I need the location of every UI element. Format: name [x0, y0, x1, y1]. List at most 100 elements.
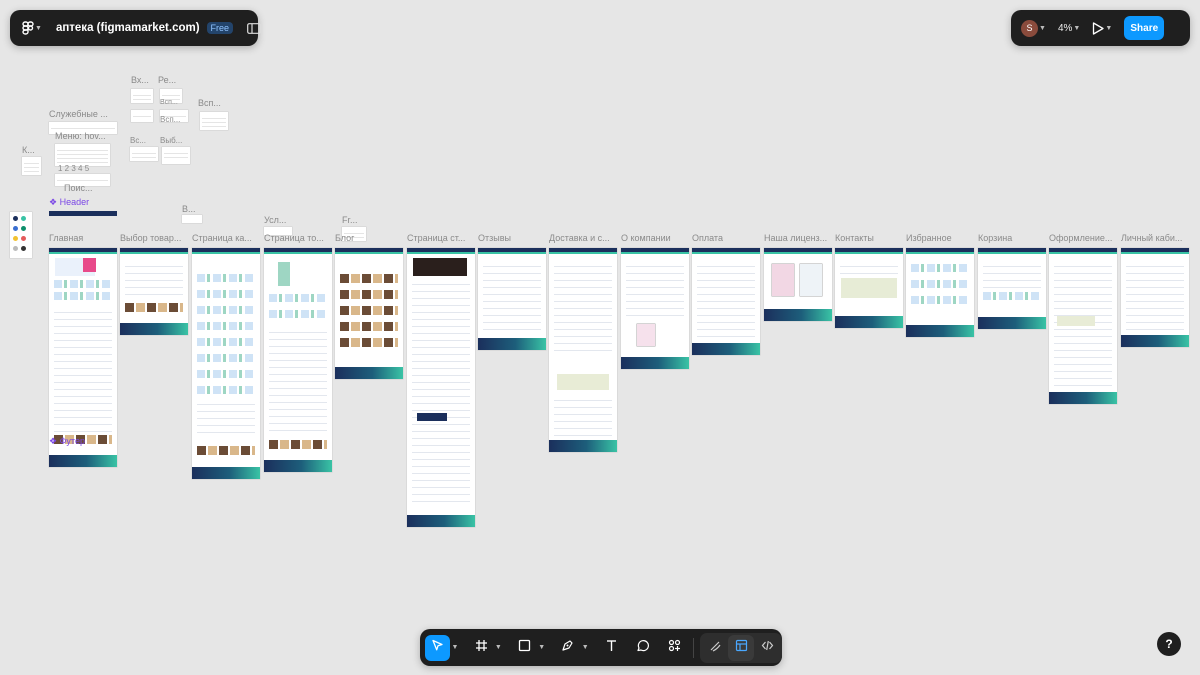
frame-label[interactable]: О компании [621, 233, 689, 243]
help-button[interactable]: ? [1157, 632, 1181, 656]
frame-thumbnail[interactable] [22, 157, 41, 175]
question-mark-icon: ? [1165, 637, 1173, 651]
code-brackets-icon [761, 639, 774, 657]
component-icon: ❖ [49, 197, 60, 207]
chevron-down-icon[interactable]: ▼ [1073, 25, 1080, 32]
chevron-down-icon[interactable]: ▼ [495, 644, 502, 651]
frame-label[interactable]: Личный каби... [1121, 233, 1189, 243]
header-component-preview[interactable] [49, 211, 117, 216]
frame-thumbnail[interactable] [131, 110, 153, 122]
frame-label[interactable]: Служебные ... [49, 109, 108, 119]
frame-label[interactable]: Доставка и с... [549, 233, 617, 243]
component-header[interactable]: ❖ Header [49, 197, 89, 208]
frame-label[interactable]: Страница ка... [192, 233, 260, 243]
sidebar-toggle-icon[interactable] [247, 22, 261, 34]
frame-thumbnail[interactable] [200, 112, 228, 130]
pagination-label[interactable]: 1 2 3 4 5 [58, 164, 89, 173]
frame-stranitsa-tovara[interactable] [264, 248, 332, 472]
chevron-down-icon[interactable]: ▼ [1105, 25, 1112, 32]
frame-kontakty[interactable] [835, 248, 903, 328]
share-panel: S ▼ 4% ▼ ▼ Share [1011, 10, 1190, 46]
frame-label[interactable]: Выб... [160, 136, 182, 145]
frame-label[interactable]: Главная [49, 233, 117, 243]
draw-mode-button[interactable] [702, 635, 728, 661]
frame-nasha-litsenziya[interactable] [764, 248, 832, 321]
frame-label[interactable]: Fr... [342, 215, 358, 225]
chevron-down-icon[interactable]: ▼ [582, 644, 589, 651]
color-styles-frame[interactable] [10, 212, 32, 258]
frame-label[interactable]: Меню: hov... [55, 131, 106, 141]
file-title[interactable]: аптека (figmamarket.com) [56, 22, 200, 34]
frame-label[interactable]: Всп... [160, 99, 178, 106]
frame-thumbnail[interactable] [182, 215, 202, 223]
move-tool-button[interactable] [425, 634, 451, 661]
pen-nib-icon [561, 639, 574, 657]
frame-vybor-tovara[interactable] [120, 248, 188, 335]
frame-label[interactable]: К... [22, 145, 35, 155]
frame-label[interactable]: Вс... [130, 136, 146, 145]
figma-menu-icon[interactable] [22, 21, 34, 35]
component-icon: ❖ [49, 436, 60, 446]
frame-thumbnail[interactable] [130, 147, 158, 161]
design-layout-icon [735, 639, 748, 657]
component-footer[interactable]: ❖ Футер [49, 436, 85, 447]
frame-blog[interactable] [335, 248, 403, 379]
component-label: Футер [59, 436, 85, 446]
pen-tool-button[interactable] [555, 635, 580, 661]
frame-thumbnail[interactable] [162, 147, 190, 164]
rectangle-icon [518, 639, 531, 657]
frame-label[interactable]: Оформление... [1049, 233, 1117, 243]
text-tool-button[interactable] [599, 635, 624, 661]
frame-korzina[interactable] [978, 248, 1046, 329]
frame-oplata[interactable] [692, 248, 760, 355]
frame-label[interactable]: Усл... [264, 215, 286, 225]
file-panel: ▼ аптека (figmamarket.com) Free [10, 10, 261, 46]
comment-bubble-icon [636, 639, 650, 657]
frame-stranitsa-stati[interactable] [407, 248, 475, 527]
text-t-icon [605, 639, 618, 657]
frame-label[interactable]: Поис... [64, 183, 93, 193]
frame-izbrannoe[interactable] [906, 248, 974, 337]
frame-label[interactable]: В... [182, 204, 196, 214]
frame-label[interactable]: Оплата [692, 233, 760, 243]
frame-label[interactable]: Ре... [158, 75, 176, 85]
frame-thumbnail[interactable] [131, 89, 153, 103]
chevron-down-icon[interactable]: ▼ [451, 644, 458, 651]
frame-label[interactable]: Отзывы [478, 233, 546, 243]
resources-tool-button[interactable] [662, 635, 687, 661]
frame-label[interactable]: Блог [335, 233, 403, 243]
frame-label[interactable]: Страница ст... [407, 233, 475, 243]
frame-label[interactable]: Вх... [131, 75, 149, 85]
chevron-down-icon[interactable]: ▼ [1039, 25, 1046, 32]
frame-label[interactable]: Наша лиценз... [764, 233, 832, 243]
avatar[interactable]: S [1021, 19, 1038, 37]
frame-tool-button[interactable] [468, 635, 493, 661]
frame-label[interactable]: Страница то... [264, 233, 332, 243]
share-button[interactable]: Share [1124, 16, 1165, 40]
frame-label[interactable]: Корзина [978, 233, 1046, 243]
frame-oformlenie[interactable] [1049, 248, 1117, 404]
frame-label[interactable]: Всп... [160, 115, 180, 124]
shape-tool-button[interactable] [512, 635, 537, 661]
zoom-level[interactable]: 4% [1058, 23, 1072, 34]
frame-label[interactable]: Избранное [906, 233, 974, 243]
component-label: Header [59, 197, 90, 207]
design-mode-button[interactable] [728, 634, 755, 661]
frame-dostavka[interactable] [549, 248, 617, 452]
toolbar-divider [693, 637, 695, 658]
frame-thumbnail[interactable] [55, 144, 110, 166]
frame-glavnaya[interactable] [49, 248, 117, 467]
chevron-down-icon[interactable]: ▼ [35, 25, 42, 32]
frame-label[interactable]: Всп... [198, 98, 221, 108]
frame-lichnyy-kabinet[interactable] [1121, 248, 1189, 347]
frame-stranitsa-kataloga[interactable] [192, 248, 260, 479]
frame-label[interactable]: Контакты [835, 233, 903, 243]
present-play-icon[interactable] [1092, 21, 1104, 35]
frame-label[interactable]: Выбор товар... [120, 233, 188, 243]
frame-o-kompanii[interactable] [621, 248, 689, 369]
components-grid-icon [668, 639, 681, 657]
chevron-down-icon[interactable]: ▼ [538, 644, 545, 651]
frame-otzyvy[interactable] [478, 248, 546, 350]
comment-tool-button[interactable] [630, 635, 655, 661]
dev-mode-button[interactable] [754, 635, 780, 661]
